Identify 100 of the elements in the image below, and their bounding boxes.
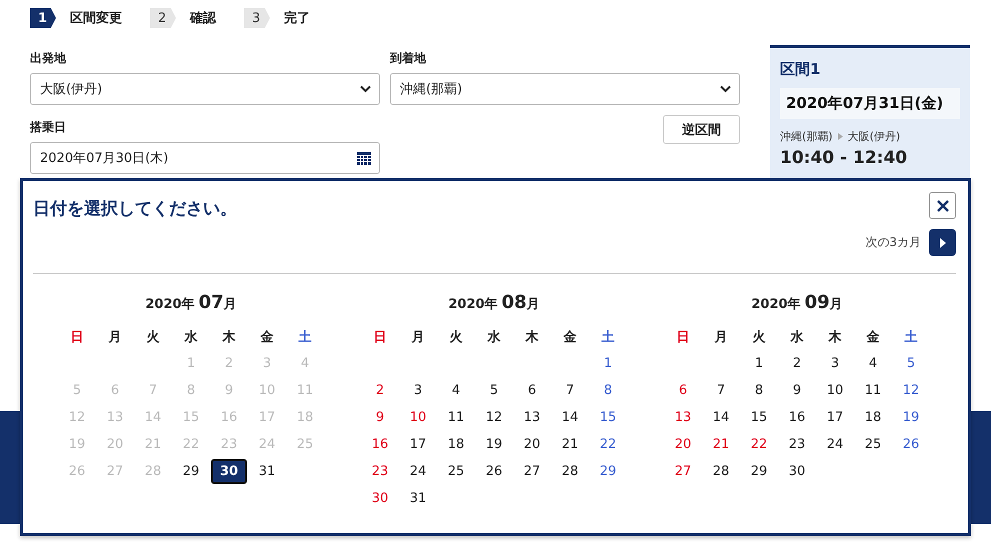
calendar-day[interactable]: 1 <box>740 350 778 377</box>
calendar-day[interactable]: 10 <box>816 377 854 404</box>
calendar-day[interactable]: 27 <box>513 458 551 485</box>
calendar-day[interactable]: 5 <box>892 350 930 377</box>
calendar-day[interactable]: 23 <box>361 458 399 485</box>
calendar-day[interactable]: 10 <box>399 404 437 431</box>
calendar-day[interactable]: 21 <box>702 431 740 458</box>
calendar-day[interactable]: 20 <box>513 431 551 458</box>
select-field[interactable]: 沖縄(那覇) <box>390 73 740 105</box>
calendar-day[interactable]: 28 <box>702 458 740 485</box>
calendar-day[interactable]: 15 <box>589 404 627 431</box>
calendar-day[interactable]: 13 <box>513 404 551 431</box>
next-months-button[interactable] <box>929 229 956 256</box>
calendar-day[interactable]: 5 <box>475 377 513 404</box>
calendar-day[interactable]: 22 <box>740 431 778 458</box>
calendar-day[interactable]: 11 <box>854 377 892 404</box>
calendar-day[interactable]: 19 <box>892 404 930 431</box>
calendar-day[interactable]: 14 <box>551 404 589 431</box>
calendar-day[interactable]: 17 <box>816 404 854 431</box>
calendar-day: 25 <box>286 431 324 458</box>
calendar-day[interactable]: 23 <box>778 431 816 458</box>
calendar-day[interactable]: 25 <box>854 431 892 458</box>
calendar-day[interactable]: 31 <box>399 485 437 512</box>
calendar-day: 6 <box>96 377 134 404</box>
calendar-day[interactable]: 30 <box>778 458 816 485</box>
calendar-day[interactable]: 26 <box>892 431 930 458</box>
month-year: 2020年 <box>448 296 498 313</box>
calendar-day[interactable]: 22 <box>589 431 627 458</box>
calendar-day[interactable]: 19 <box>475 431 513 458</box>
calendar-day: 24 <box>248 431 286 458</box>
calendar-day[interactable]: 31 <box>248 458 286 485</box>
calendar-day[interactable]: 7 <box>702 377 740 404</box>
calendar-day: 27 <box>96 458 134 485</box>
calendar-day[interactable]: 2 <box>361 377 399 404</box>
calendar-day[interactable]: 16 <box>361 431 399 458</box>
calendar-day: 16 <box>210 404 248 431</box>
month-number: 08 <box>502 292 527 313</box>
calendar-day[interactable]: 3 <box>399 377 437 404</box>
calendar-day[interactable]: 17 <box>399 431 437 458</box>
calendar-day[interactable]: 14 <box>702 404 740 431</box>
origin-airport: 沖縄(那覇) <box>780 129 833 144</box>
calendar-day[interactable]: 8 <box>740 377 778 404</box>
calendar-day[interactable]: 12 <box>892 377 930 404</box>
select-field[interactable]: 大阪(伊丹) <box>30 73 380 105</box>
weekday-header: 金 <box>562 328 578 346</box>
weekday-header: 土 <box>600 328 616 346</box>
weekday-header: 火 <box>752 328 766 346</box>
step-label: 確認 <box>190 10 216 27</box>
calendar-day[interactable]: 26 <box>475 458 513 485</box>
calendar-day[interactable]: 20 <box>664 431 702 458</box>
month-unit: 月 <box>224 296 237 313</box>
weekday-header: 金 <box>866 328 880 346</box>
calendar-day[interactable]: 12 <box>475 404 513 431</box>
calendar-day[interactable]: 21 <box>551 431 589 458</box>
calendar-day[interactable]: 3 <box>816 350 854 377</box>
month-number: 07 <box>198 292 224 313</box>
flight-time: 10:40 - 12:40 <box>780 148 908 168</box>
calendar-day[interactable]: 13 <box>664 404 702 431</box>
weekday-header: 日 <box>70 328 84 346</box>
calendar-day[interactable]: 27 <box>664 458 702 485</box>
calendar-day[interactable]: 4 <box>437 377 475 404</box>
calendar-day[interactable]: 8 <box>589 377 627 404</box>
calendar-day[interactable]: 30 <box>361 485 399 512</box>
calendar-day[interactable]: 16 <box>778 404 816 431</box>
calendar-day[interactable]: 28 <box>551 458 589 485</box>
calendar-day[interactable]: 2 <box>778 350 816 377</box>
calendar-day[interactable]: 18 <box>854 404 892 431</box>
calendar-day[interactable]: 4 <box>854 350 892 377</box>
calendar-day[interactable]: 29 <box>740 458 778 485</box>
calendar-day[interactable]: 24 <box>399 458 437 485</box>
calendar-day[interactable]: 24 <box>816 431 854 458</box>
step-number: 1 <box>30 8 56 28</box>
calendar-day[interactable]: 9 <box>361 404 399 431</box>
calendar-icon[interactable] <box>357 152 371 164</box>
weekday-header: 土 <box>904 328 918 346</box>
calendar-day[interactable]: 11 <box>437 404 475 431</box>
calendar-day[interactable]: 7 <box>551 377 589 404</box>
calendar-day[interactable]: 29 <box>172 458 210 485</box>
calendar-day[interactable]: 6 <box>664 377 702 404</box>
calendar-day: 9 <box>210 377 248 404</box>
calendar-day: 12 <box>58 404 96 431</box>
calendar-day[interactable]: 25 <box>437 458 475 485</box>
calendar-day[interactable]: 9 <box>778 377 816 404</box>
date-input-field[interactable]: 2020年07月30日(木) <box>30 142 380 174</box>
step-number: 2 <box>150 8 176 28</box>
destination-airport: 大阪(伊丹) <box>848 129 900 144</box>
field-label: 出発地 <box>30 50 66 67</box>
calendar-day: 17 <box>248 404 286 431</box>
calendar-day[interactable]: 6 <box>513 377 551 404</box>
segment-title: 区間1 <box>780 60 820 79</box>
weekday-header: 木 <box>827 328 842 346</box>
close-button[interactable] <box>929 192 956 219</box>
calendar-day[interactable]: 30 <box>211 459 247 484</box>
calendar-day[interactable]: 29 <box>589 458 627 485</box>
step-number: 3 <box>244 8 270 28</box>
calendar-day[interactable]: 15 <box>740 404 778 431</box>
reverse-route-button[interactable]: 逆区間 <box>663 115 740 144</box>
calendar-day[interactable]: 18 <box>437 431 475 458</box>
calendar-day[interactable]: 1 <box>589 350 627 377</box>
calendar-day: 21 <box>134 431 172 458</box>
